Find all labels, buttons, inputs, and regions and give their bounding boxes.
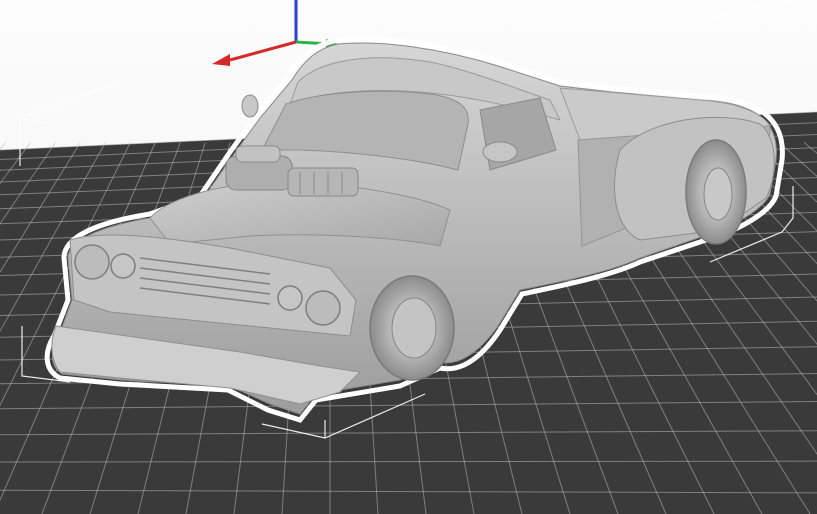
rear-wheel-hub [703,167,733,221]
front-wheel-hub [391,297,437,359]
scene-canvas[interactable] [0,0,817,514]
x-axis-arrow-icon [212,54,230,66]
hood-mirror [241,94,259,118]
x-axis-line [229,40,297,62]
headlight-left-outer [74,244,110,280]
headlight-left-inner [110,253,136,279]
side-mirror [482,141,518,163]
headlight-right-inner [277,285,303,311]
headlight-right-outer [305,290,341,326]
3d-viewport[interactable] [0,0,817,514]
